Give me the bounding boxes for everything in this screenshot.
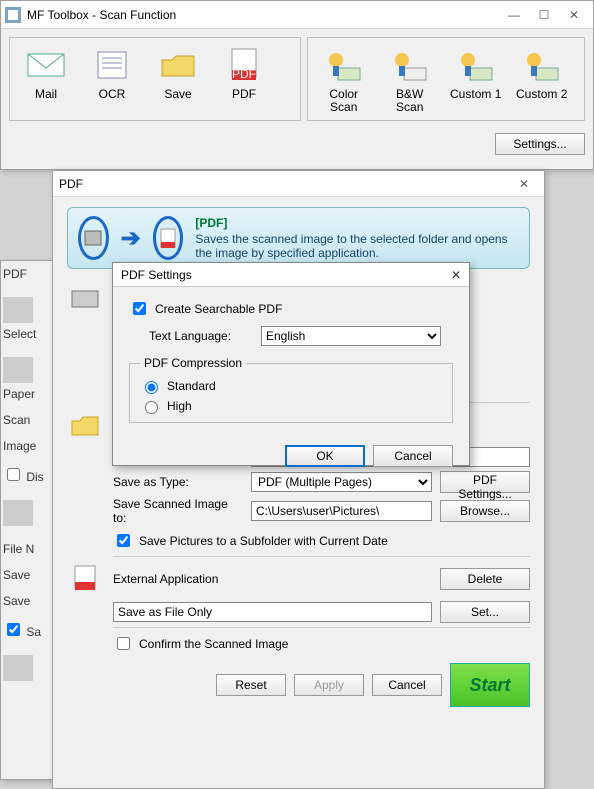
bg-checkbox[interactable] bbox=[7, 468, 20, 481]
pdf-window-title: PDF bbox=[59, 177, 510, 191]
arrow-icon: ➔ bbox=[121, 224, 141, 253]
bw-scan-icon bbox=[386, 46, 434, 84]
titlebar: MF Toolbox - Scan Function — ☐ ✕ bbox=[1, 1, 593, 29]
tool-ocr[interactable]: OCR bbox=[80, 44, 144, 116]
ext-app-input[interactable] bbox=[113, 602, 432, 622]
dialog-titlebar: PDF Settings ✕ bbox=[113, 263, 469, 287]
banner-title: [PDF] bbox=[195, 216, 519, 230]
subfolder-label: Save Pictures to a Subfolder with Curren… bbox=[139, 534, 388, 548]
close-button[interactable]: ✕ bbox=[559, 4, 589, 26]
custom2-icon bbox=[518, 46, 566, 84]
reset-button[interactable]: Reset bbox=[216, 674, 286, 696]
cancel-button[interactable]: Cancel bbox=[373, 445, 453, 467]
tool-label: B&W Scan bbox=[396, 88, 423, 114]
pdf-titlebar: PDF ✕ bbox=[53, 171, 544, 197]
save-to-label: Save Scanned Image to: bbox=[113, 497, 243, 525]
compression-fieldset: PDF Compression Standard High bbox=[129, 356, 453, 423]
tool-custom1[interactable]: Custom 1 bbox=[444, 44, 508, 116]
delete-button[interactable]: Delete bbox=[440, 568, 530, 590]
tool-label: Color Scan bbox=[329, 88, 358, 114]
cancel-button[interactable]: Cancel bbox=[372, 674, 442, 696]
pdf-circle-icon bbox=[153, 216, 184, 260]
minimize-button[interactable]: — bbox=[499, 4, 529, 26]
pdf-banner: ➔ [PDF] Saves the scanned image to the s… bbox=[67, 207, 530, 269]
apply-button[interactable]: Apply bbox=[294, 674, 364, 696]
folder-save-icon bbox=[154, 46, 202, 84]
searchable-pdf-checkbox[interactable] bbox=[133, 302, 146, 315]
banner-description: Saves the scanned image to the selected … bbox=[195, 232, 519, 260]
scanner-icon bbox=[67, 281, 103, 317]
maximize-button[interactable]: ☐ bbox=[529, 4, 559, 26]
ext-app-label: External Application bbox=[113, 572, 430, 586]
scan-modes-group: Mail OCR Save PDF PDF bbox=[9, 37, 301, 121]
mf-toolbox-window: MF Toolbox - Scan Function — ☐ ✕ Mail OC… bbox=[0, 0, 594, 170]
tool-pdf[interactable]: PDF PDF bbox=[212, 44, 276, 116]
subfolder-checkbox[interactable] bbox=[117, 534, 130, 547]
pdf-icon bbox=[3, 655, 33, 681]
save-to-input[interactable] bbox=[251, 501, 432, 521]
close-button[interactable]: ✕ bbox=[510, 177, 538, 191]
compression-high-radio[interactable] bbox=[145, 401, 158, 414]
bg-title: PDF bbox=[1, 261, 59, 287]
set-button[interactable]: Set... bbox=[440, 601, 530, 623]
tool-bw-scan[interactable]: B&W Scan bbox=[378, 44, 442, 116]
custom1-icon bbox=[452, 46, 500, 84]
start-button[interactable]: Start bbox=[450, 663, 530, 707]
bg-checkbox[interactable] bbox=[7, 623, 20, 636]
pdf-settings-button[interactable]: PDF Settings... bbox=[440, 471, 530, 493]
scanner-circle-icon bbox=[78, 216, 109, 260]
window-title: MF Toolbox - Scan Function bbox=[21, 8, 499, 22]
close-button[interactable]: ✕ bbox=[451, 268, 461, 282]
compression-standard-radio[interactable] bbox=[145, 381, 158, 394]
confirm-image-label: Confirm the Scanned Image bbox=[139, 637, 288, 651]
pdf-app-icon bbox=[67, 561, 103, 597]
tool-save[interactable]: Save bbox=[146, 44, 210, 116]
dialog-title: PDF Settings bbox=[121, 268, 451, 282]
toolbox-settings-button[interactable]: Settings... bbox=[495, 133, 585, 155]
color-scan-icon bbox=[320, 46, 368, 84]
compression-high-label: High bbox=[167, 399, 192, 413]
compression-standard-label: Standard bbox=[167, 379, 216, 393]
scanner-icon bbox=[3, 357, 33, 383]
browse-button[interactable]: Browse... bbox=[440, 500, 530, 522]
pdf-settings-dialog: PDF Settings ✕ Create Searchable PDF Tex… bbox=[112, 262, 470, 466]
text-language-select[interactable]: English bbox=[261, 326, 441, 346]
ok-button[interactable]: OK bbox=[285, 445, 365, 467]
searchable-pdf-label: Create Searchable PDF bbox=[155, 302, 282, 316]
tool-mail[interactable]: Mail bbox=[14, 44, 78, 116]
app-icon bbox=[5, 7, 21, 23]
background-pdf-window-fragment: PDF Select Paper Scan Image Dis File N S… bbox=[0, 260, 60, 780]
tool-custom2[interactable]: Custom 2 bbox=[510, 44, 574, 116]
custom-scans-group: Color Scan B&W Scan Custom 1 Custom 2 bbox=[307, 37, 585, 121]
confirm-image-checkbox[interactable] bbox=[117, 637, 130, 650]
tool-color-scan[interactable]: Color Scan bbox=[312, 44, 376, 116]
text-language-label: Text Language: bbox=[149, 329, 249, 343]
pdf-icon: PDF bbox=[220, 46, 268, 84]
folder-icon bbox=[3, 500, 33, 526]
svg-text:PDF: PDF bbox=[232, 67, 256, 81]
scanner-icon bbox=[3, 297, 33, 323]
ocr-icon bbox=[88, 46, 136, 84]
compression-legend: PDF Compression bbox=[140, 356, 246, 370]
mail-icon bbox=[22, 46, 70, 84]
folder-icon bbox=[67, 407, 103, 443]
save-type-select[interactable]: PDF (Multiple Pages) bbox=[251, 472, 432, 492]
save-type-label: Save as Type: bbox=[113, 475, 243, 489]
